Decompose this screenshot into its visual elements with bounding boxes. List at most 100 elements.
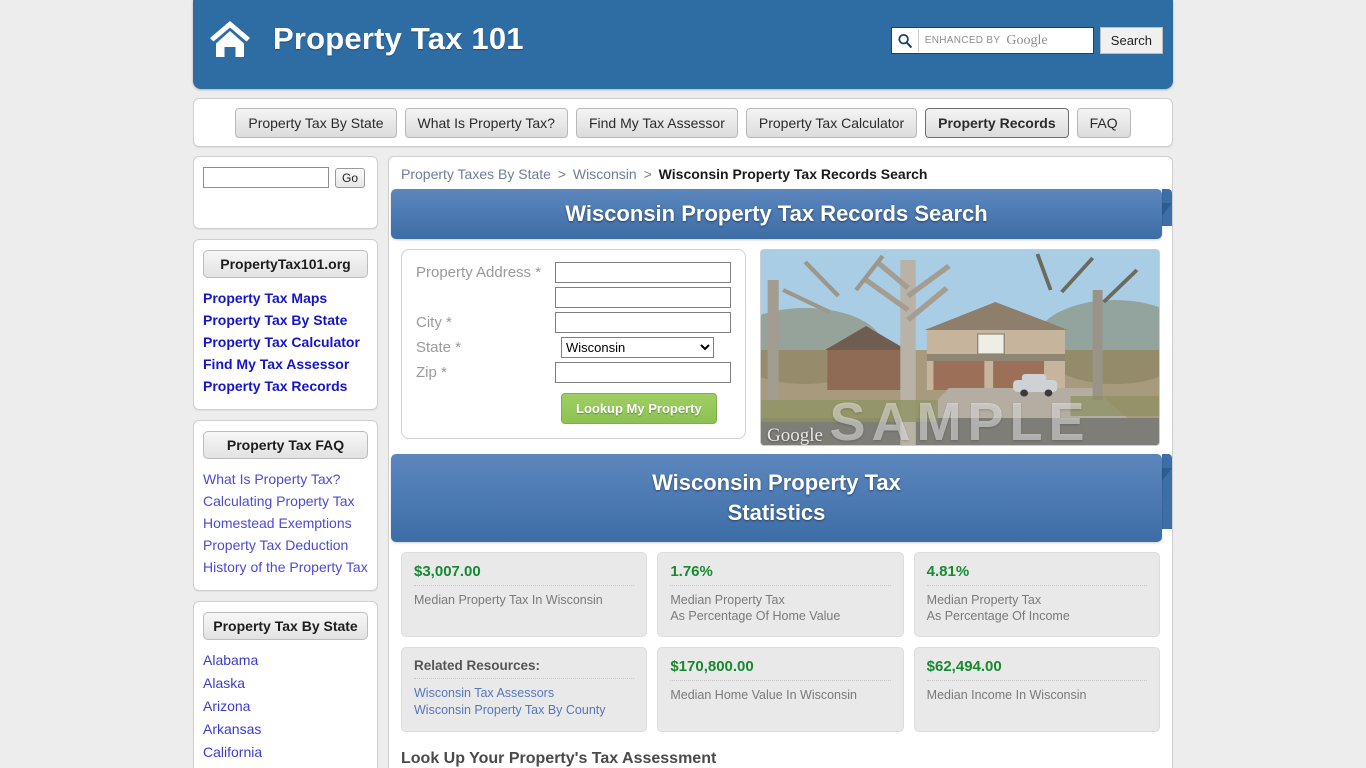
sidebar-state-california[interactable]: California xyxy=(203,741,368,764)
stats-row-1: $3,007.00 Median Property Tax In Wiscons… xyxy=(401,552,1160,637)
breadcrumb-link-wisconsin[interactable]: Wisconsin xyxy=(573,166,637,182)
sidebar-by-state-heading: Property Tax By State xyxy=(203,612,368,640)
sidebar-faq-card: Property Tax FAQ What Is Property Tax? C… xyxy=(193,420,378,591)
sidebar-search-input[interactable] xyxy=(203,167,329,188)
sidebar-faq-link-what-is-property-tax[interactable]: What Is Property Tax? xyxy=(203,468,368,490)
related-link-tax-assessors[interactable]: Wisconsin Tax Assessors xyxy=(414,685,634,702)
search-placeholder-brand: Google xyxy=(1006,32,1048,48)
content-columns: Go PropertyTax101.org Property Tax Maps … xyxy=(193,156,1173,768)
breadcrumb-link-states[interactable]: Property Taxes By State xyxy=(401,166,551,182)
search-button[interactable]: Search xyxy=(1099,27,1163,54)
nav-item-what-is-property-tax[interactable]: What Is Property Tax? xyxy=(404,107,568,138)
stat-median-home-value: $170,800.00 Median Home Value In Wiscons… xyxy=(657,647,904,732)
breadcrumb: Property Taxes By State > Wisconsin > Wi… xyxy=(389,157,1172,189)
records-banner-wrap: Wisconsin Property Tax Records Search xyxy=(391,189,1172,239)
stat-value: 1.76% xyxy=(670,563,891,586)
stat-median-property-tax: $3,007.00 Median Property Tax In Wiscons… xyxy=(401,552,648,637)
related-link-tax-by-county[interactable]: Wisconsin Property Tax By County xyxy=(414,702,634,719)
stats-banner-title: Wisconsin Property Tax Statistics xyxy=(391,454,1162,542)
sidebar-faq-link-history-of-the-property-tax[interactable]: History of the Property Tax xyxy=(203,556,368,578)
form-row-zip: Zip * xyxy=(416,362,731,383)
sidebar-go-button[interactable]: Go xyxy=(335,167,366,188)
brand[interactable]: Property Tax 101 xyxy=(207,16,524,62)
form-row-address2 xyxy=(416,287,731,308)
submit-spacer xyxy=(416,387,561,424)
state-label: State * xyxy=(416,339,462,356)
main-content: Property Taxes By State > Wisconsin > Wi… xyxy=(388,156,1173,768)
header-search: ENHANCED BY Google Search xyxy=(890,27,1163,54)
stat-description: Median Income In Wisconsin xyxy=(926,688,1087,702)
sidebar-faq-link-homestead-exemptions[interactable]: Homestead Exemptions xyxy=(203,512,368,534)
sidebar-link-property-tax-by-state[interactable]: Property Tax By State xyxy=(203,309,368,331)
stats-banner-line1: Wisconsin Property Tax xyxy=(652,470,901,495)
stat-value: 4.81% xyxy=(926,563,1147,586)
search-box[interactable]: ENHANCED BY Google xyxy=(890,27,1094,54)
nav-item-find-my-tax-assessor[interactable]: Find My Tax Assessor xyxy=(575,107,738,138)
nav-item-property-tax-by-state[interactable]: Property Tax By State xyxy=(235,107,397,138)
sidebar-site-links-heading: PropertyTax101.org xyxy=(203,250,368,278)
state-select[interactable]: Wisconsin xyxy=(561,337,714,358)
sidebar-faq-heading: Property Tax FAQ xyxy=(203,431,368,459)
zip-label: Zip * xyxy=(416,364,447,381)
city-label: City * xyxy=(416,314,452,331)
nav-item-property-records[interactable]: Property Records xyxy=(925,107,1069,138)
ribbon-fold-icon xyxy=(1162,468,1172,481)
lookup-row: Property Address * City * State * Wiscon… xyxy=(389,239,1172,446)
stat-description: Median Property Tax As Percentage Of Inco… xyxy=(926,593,1070,623)
records-banner-title: Wisconsin Property Tax Records Search xyxy=(391,189,1162,239)
google-attribution: Google xyxy=(767,425,823,446)
address-line1-input[interactable] xyxy=(555,262,731,283)
sample-property-photo: SAMPLE Google xyxy=(760,249,1160,446)
sidebar-link-property-tax-maps[interactable]: Property Tax Maps xyxy=(203,287,368,309)
related-resources: Related Resources: Wisconsin Tax Assesso… xyxy=(401,647,648,732)
stat-value: $62,494.00 xyxy=(926,658,1147,681)
nav-item-property-tax-calculator[interactable]: Property Tax Calculator xyxy=(745,107,918,138)
sidebar-state-alaska[interactable]: Alaska xyxy=(203,672,368,695)
sidebar-faq-link-property-tax-deduction[interactable]: Property Tax Deduction xyxy=(203,534,368,556)
site-container: Property Tax 101 ENHANCED BY Google Sear… xyxy=(193,0,1173,768)
site-header: Property Tax 101 ENHANCED BY Google Sear… xyxy=(193,0,1173,89)
form-row-address1: Property Address * xyxy=(416,262,731,283)
main-nav: Property Tax By State What Is Property T… xyxy=(193,98,1173,147)
sidebar: Go PropertyTax101.org Property Tax Maps … xyxy=(193,156,378,768)
sidebar-link-find-my-tax-assessor[interactable]: Find My Tax Assessor xyxy=(203,353,368,375)
ribbon-fold-icon xyxy=(1162,203,1172,216)
stat-description: Median Property Tax In Wisconsin xyxy=(414,593,603,607)
stat-pct-home-value: 1.76% Median Property Tax As Percentage O… xyxy=(657,552,904,637)
sidebar-state-alabama[interactable]: Alabama xyxy=(203,649,368,672)
sidebar-search-card: Go xyxy=(193,156,378,229)
sidebar-state-arkansas[interactable]: Arkansas xyxy=(203,718,368,741)
sidebar-link-property-tax-calculator[interactable]: Property Tax Calculator xyxy=(203,331,368,353)
stat-description: Median Property Tax As Percentage Of Home… xyxy=(670,593,841,623)
breadcrumb-separator: > xyxy=(643,166,652,182)
stat-median-income: $62,494.00 Median Income In Wisconsin xyxy=(913,647,1160,732)
lookup-my-property-button[interactable]: Lookup My Property xyxy=(561,393,717,424)
statistics-section: $3,007.00 Median Property Tax In Wiscons… xyxy=(389,542,1172,732)
page-root: Property Tax 101 ENHANCED BY Google Sear… xyxy=(0,0,1366,768)
home-icon xyxy=(207,16,253,62)
address-line2-input[interactable] xyxy=(555,287,731,308)
site-title: Property Tax 101 xyxy=(273,21,524,56)
search-icon xyxy=(892,33,918,49)
sidebar-link-property-tax-records[interactable]: Property Tax Records xyxy=(203,375,368,397)
stat-value: $170,800.00 xyxy=(670,658,891,681)
stat-value: $3,007.00 xyxy=(414,563,635,586)
ribbon-fold-body xyxy=(1162,454,1172,529)
form-row-city: City * xyxy=(416,312,731,333)
search-placeholder-enhanced: ENHANCED BY xyxy=(924,35,1001,46)
nav-item-faq[interactable]: FAQ xyxy=(1076,107,1131,138)
search-input[interactable]: ENHANCED BY Google xyxy=(917,29,1093,52)
sidebar-state-arizona[interactable]: Arizona xyxy=(203,695,368,718)
zip-input[interactable] xyxy=(555,362,731,383)
breadcrumb-separator: > xyxy=(557,166,567,182)
city-input[interactable] xyxy=(555,312,731,333)
sidebar-site-links-card: PropertyTax101.org Property Tax Maps Pro… xyxy=(193,239,378,410)
sidebar-search: Go xyxy=(203,167,368,216)
related-resources-title: Related Resources: xyxy=(414,658,635,679)
sidebar-by-state-card: Property Tax By State Alabama Alaska Ari… xyxy=(193,601,378,768)
sidebar-faq-link-calculating-property-tax[interactable]: Calculating Property Tax xyxy=(203,490,368,512)
stats-row-2: Related Resources: Wisconsin Tax Assesso… xyxy=(401,647,1160,732)
stats-banner-line2: Statistics xyxy=(727,500,826,525)
stats-banner-wrap: Wisconsin Property Tax Statistics xyxy=(391,454,1172,542)
breadcrumb-current: Wisconsin Property Tax Records Search xyxy=(658,166,928,182)
